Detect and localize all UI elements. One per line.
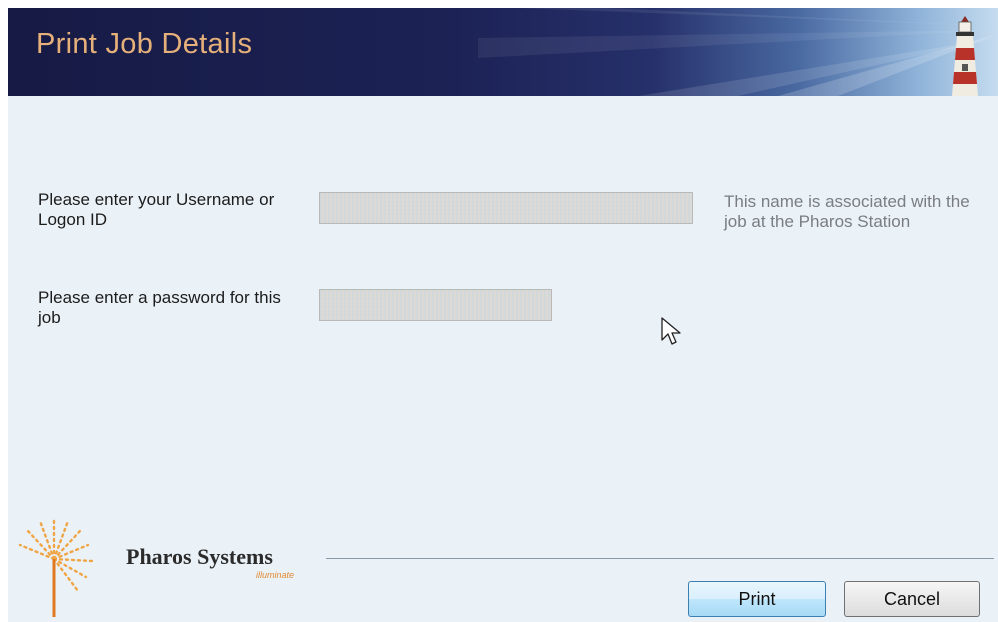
username-input[interactable] bbox=[319, 192, 693, 224]
light-beams-graphic bbox=[478, 8, 998, 96]
brand-tagline: illuminate bbox=[256, 570, 295, 580]
lighthouse-icon bbox=[952, 16, 978, 96]
dialog-title: Print Job Details bbox=[36, 28, 253, 60]
password-input[interactable] bbox=[319, 289, 552, 321]
header-banner: Print Job Details bbox=[8, 8, 998, 96]
print-job-details-dialog: Print Job Details Please enter your User… bbox=[8, 8, 998, 622]
password-label: Please enter a password for this job bbox=[38, 288, 281, 327]
mouse-cursor-icon bbox=[661, 317, 681, 345]
pharos-burst-icon bbox=[18, 515, 94, 617]
cancel-button[interactable]: Cancel bbox=[844, 581, 980, 617]
brand-name: Pharos Systems bbox=[126, 544, 273, 569]
username-hint: This name is associated with the job at … bbox=[724, 192, 970, 231]
username-label: Please enter your Username or Logon ID bbox=[38, 190, 275, 229]
print-button[interactable]: Print bbox=[688, 581, 826, 617]
footer-divider bbox=[326, 558, 994, 559]
